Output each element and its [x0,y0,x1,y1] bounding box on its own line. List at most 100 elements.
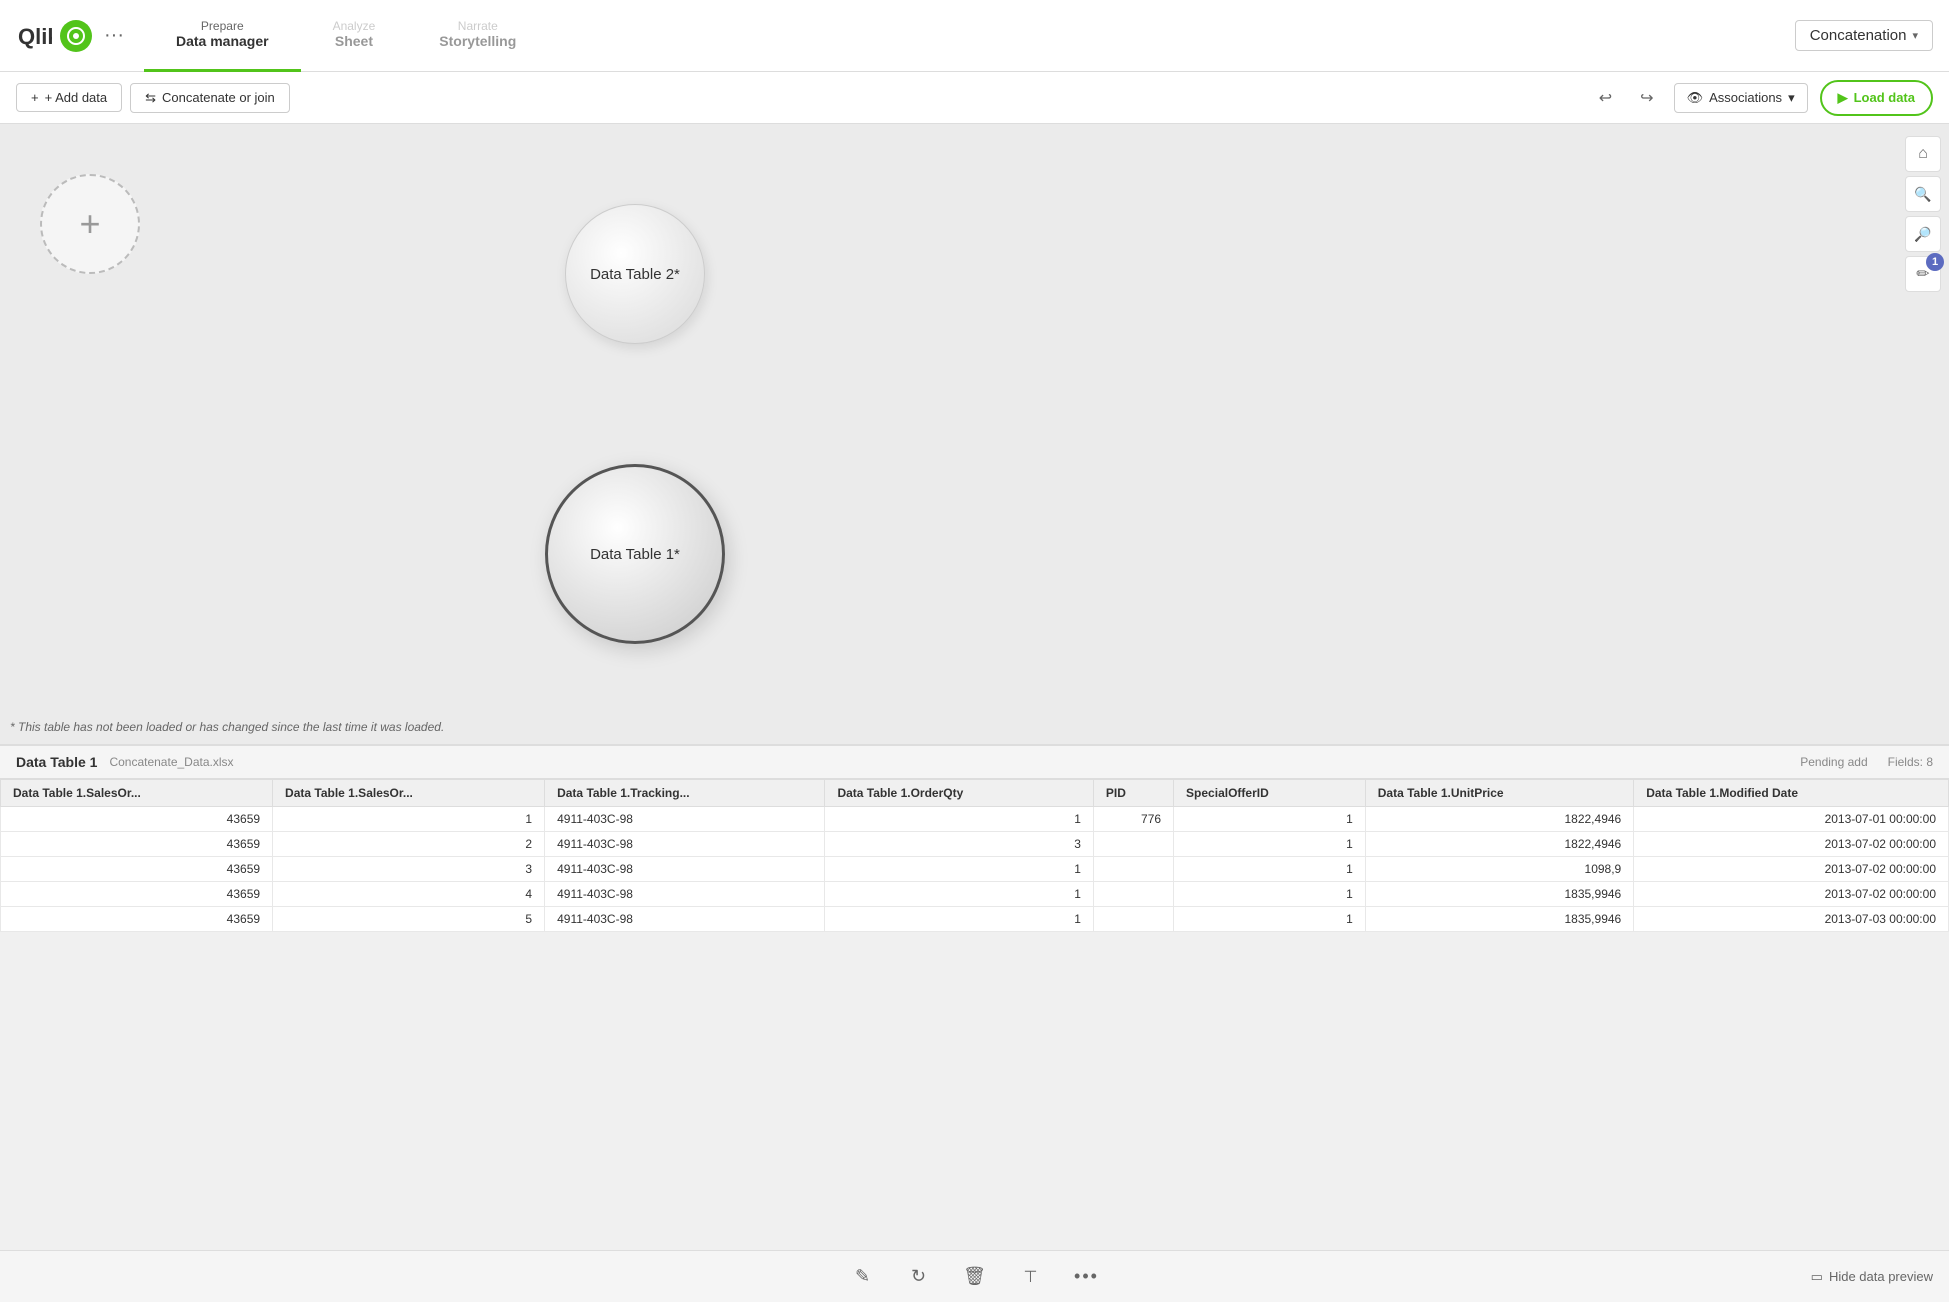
table-header: Data Table 1.SalesOr...Data Table 1.Sale… [1,780,1949,807]
redo-icon: ↪ [1640,90,1653,107]
qlik-target-icon [66,26,86,46]
table-cell: 2013-07-01 00:00:00 [1634,807,1949,832]
table-cell: 3 [825,832,1093,857]
tab-narrate-bottom: Storytelling [439,33,516,49]
data-table-1-label: Data Table 1* [590,546,680,563]
bottom-filter-button[interactable]: ⊤ [1013,1259,1049,1295]
preview-meta: Pending add Fields: 8 [1800,755,1933,769]
tab-analyze-bottom: Sheet [335,33,373,49]
table-cell: 1 [1174,807,1366,832]
table-cell: 2013-07-03 00:00:00 [1634,907,1949,932]
tab-narrate-top: Narrate [458,19,498,33]
data-table-1-node[interactable]: Data Table 1* [545,464,725,644]
more-dots-icon: ••• [1074,1266,1099,1287]
table-row: 4365954911-403C-98111835,99462013-07-03 … [1,907,1949,932]
table-cell: 1822,4946 [1365,832,1633,857]
preview-table-title: Data Table 1 [16,754,97,770]
tab-prepare-top: Prepare [201,19,244,33]
table-cell: 4911-403C-98 [545,807,825,832]
table-cell: 1 [825,882,1093,907]
preview-header: Data Table 1 Concatenate_Data.xlsx Pendi… [0,746,1949,779]
table-cell: 1 [825,807,1093,832]
svg-text:Qlik: Qlik [18,24,52,49]
zoom-in-icon: 🔍 [1914,186,1931,203]
table-header-row: Data Table 1.SalesOr...Data Table 1.Sale… [1,780,1949,807]
table-header-cell: Data Table 1.OrderQty [825,780,1093,807]
zoom-out-button[interactable]: 🔎 [1905,216,1941,252]
bottom-edit-button[interactable]: ✎ [845,1259,881,1295]
chevron-down-icon: ▾ [1912,29,1918,42]
redo-button[interactable]: ↪ [1632,84,1661,112]
table-cell: 1 [825,907,1093,932]
toolbar-right: ↩ ↪ 👁 Associations ▾ ▶ Load data [1591,80,1933,116]
footnote-text: * This table has not been loaded or has … [10,720,444,734]
table-cell: 1822,4946 [1365,807,1633,832]
tab-narrate[interactable]: Narrate Storytelling [407,0,548,72]
table-header-cell: Data Table 1.Tracking... [545,780,825,807]
badge: 1 [1926,253,1944,271]
table-cell: 1098,9 [1365,857,1633,882]
qlik-logo-icon: Qlik [16,18,52,54]
add-table-plus-icon: + [79,203,100,245]
undo-icon: ↩ [1599,90,1612,107]
nav-more-button[interactable]: ··· [104,24,124,47]
tab-analyze[interactable]: Analyze Sheet [301,0,408,72]
table-cell: 1 [1174,882,1366,907]
hide-preview-label: Hide data preview [1829,1269,1933,1284]
table-body: 4365914911-403C-98177611822,49462013-07-… [1,807,1949,932]
edit-pencil-button[interactable]: 1 ✏ [1905,256,1941,292]
bottom-refresh-button[interactable]: ↻ [901,1259,937,1295]
bottom-more-button[interactable]: ••• [1069,1259,1105,1295]
table-cell: 2 [273,832,545,857]
associations-button[interactable]: 👁 Associations ▾ [1674,83,1808,113]
concatenation-dropdown[interactable]: Concatenation ▾ [1795,20,1933,51]
qlik-logo: Qlik [16,18,92,54]
table-cell: 1835,9946 [1365,907,1633,932]
qlik-logo-circle [60,20,92,52]
table-cell: 4911-403C-98 [545,907,825,932]
add-data-button[interactable]: + + Add data [16,83,122,112]
concatenation-label: Concatenation [1810,27,1907,44]
plus-icon: + [31,90,39,105]
data-table-wrapper[interactable]: Data Table 1.SalesOr...Data Table 1.Sale… [0,779,1949,932]
table-cell [1093,832,1173,857]
table-header-cell: PID [1093,780,1173,807]
table-header-cell: SpecialOfferID [1174,780,1366,807]
filter-icon: ⊤ [1024,1267,1038,1287]
table-cell: 43659 [1,832,273,857]
associations-label: Associations [1709,90,1782,105]
undo-button[interactable]: ↩ [1591,84,1620,112]
load-data-button[interactable]: ▶ Load data [1820,80,1933,116]
bottom-toolbar: ✎ ↻ 🗑 ⊤ ••• ▭ Hide data preview [0,1250,1949,1302]
tab-prepare-bottom: Data manager [176,33,269,49]
concatenate-join-label: Concatenate or join [162,90,275,105]
canvas-area: + Data Table 2* Data Table 1* * This tab… [0,124,1949,744]
tab-analyze-top: Analyze [333,19,376,33]
play-icon: ▶ [1838,90,1848,106]
table-cell: 1 [1174,907,1366,932]
hide-preview-button[interactable]: ▭ Hide data preview [1811,1269,1933,1285]
table-row: 4365944911-403C-98111835,99462013-07-02 … [1,882,1949,907]
table-cell: 1835,9946 [1365,882,1633,907]
footnote: * This table has not been loaded or has … [10,720,444,734]
data-preview-panel: Data Table 1 Concatenate_Data.xlsx Pendi… [0,744,1949,932]
concatenate-icon: ⇆ [145,90,156,106]
table-cell: 1 [825,857,1093,882]
table-cell: 43659 [1,907,273,932]
tab-prepare[interactable]: Prepare Data manager [144,0,301,72]
table-header-cell: Data Table 1.SalesOr... [1,780,273,807]
delete-icon: 🗑 [963,1266,986,1287]
table-cell: 43659 [1,857,273,882]
bottom-delete-button[interactable]: 🗑 [957,1259,993,1295]
load-data-label: Load data [1854,90,1915,105]
add-table-button[interactable]: + [40,174,140,274]
data-table-2-node[interactable]: Data Table 2* [565,204,705,344]
associations-chevron-icon: ▾ [1788,90,1795,106]
table-cell: 2013-07-02 00:00:00 [1634,882,1949,907]
table-cell: 4911-403C-98 [545,857,825,882]
edit-icon: ✎ [855,1266,870,1287]
concatenate-join-button[interactable]: ⇆ Concatenate or join [130,83,290,113]
zoom-in-button[interactable]: 🔍 [1905,176,1941,212]
table-cell: 5 [273,907,545,932]
home-button[interactable]: ⌂ [1905,136,1941,172]
